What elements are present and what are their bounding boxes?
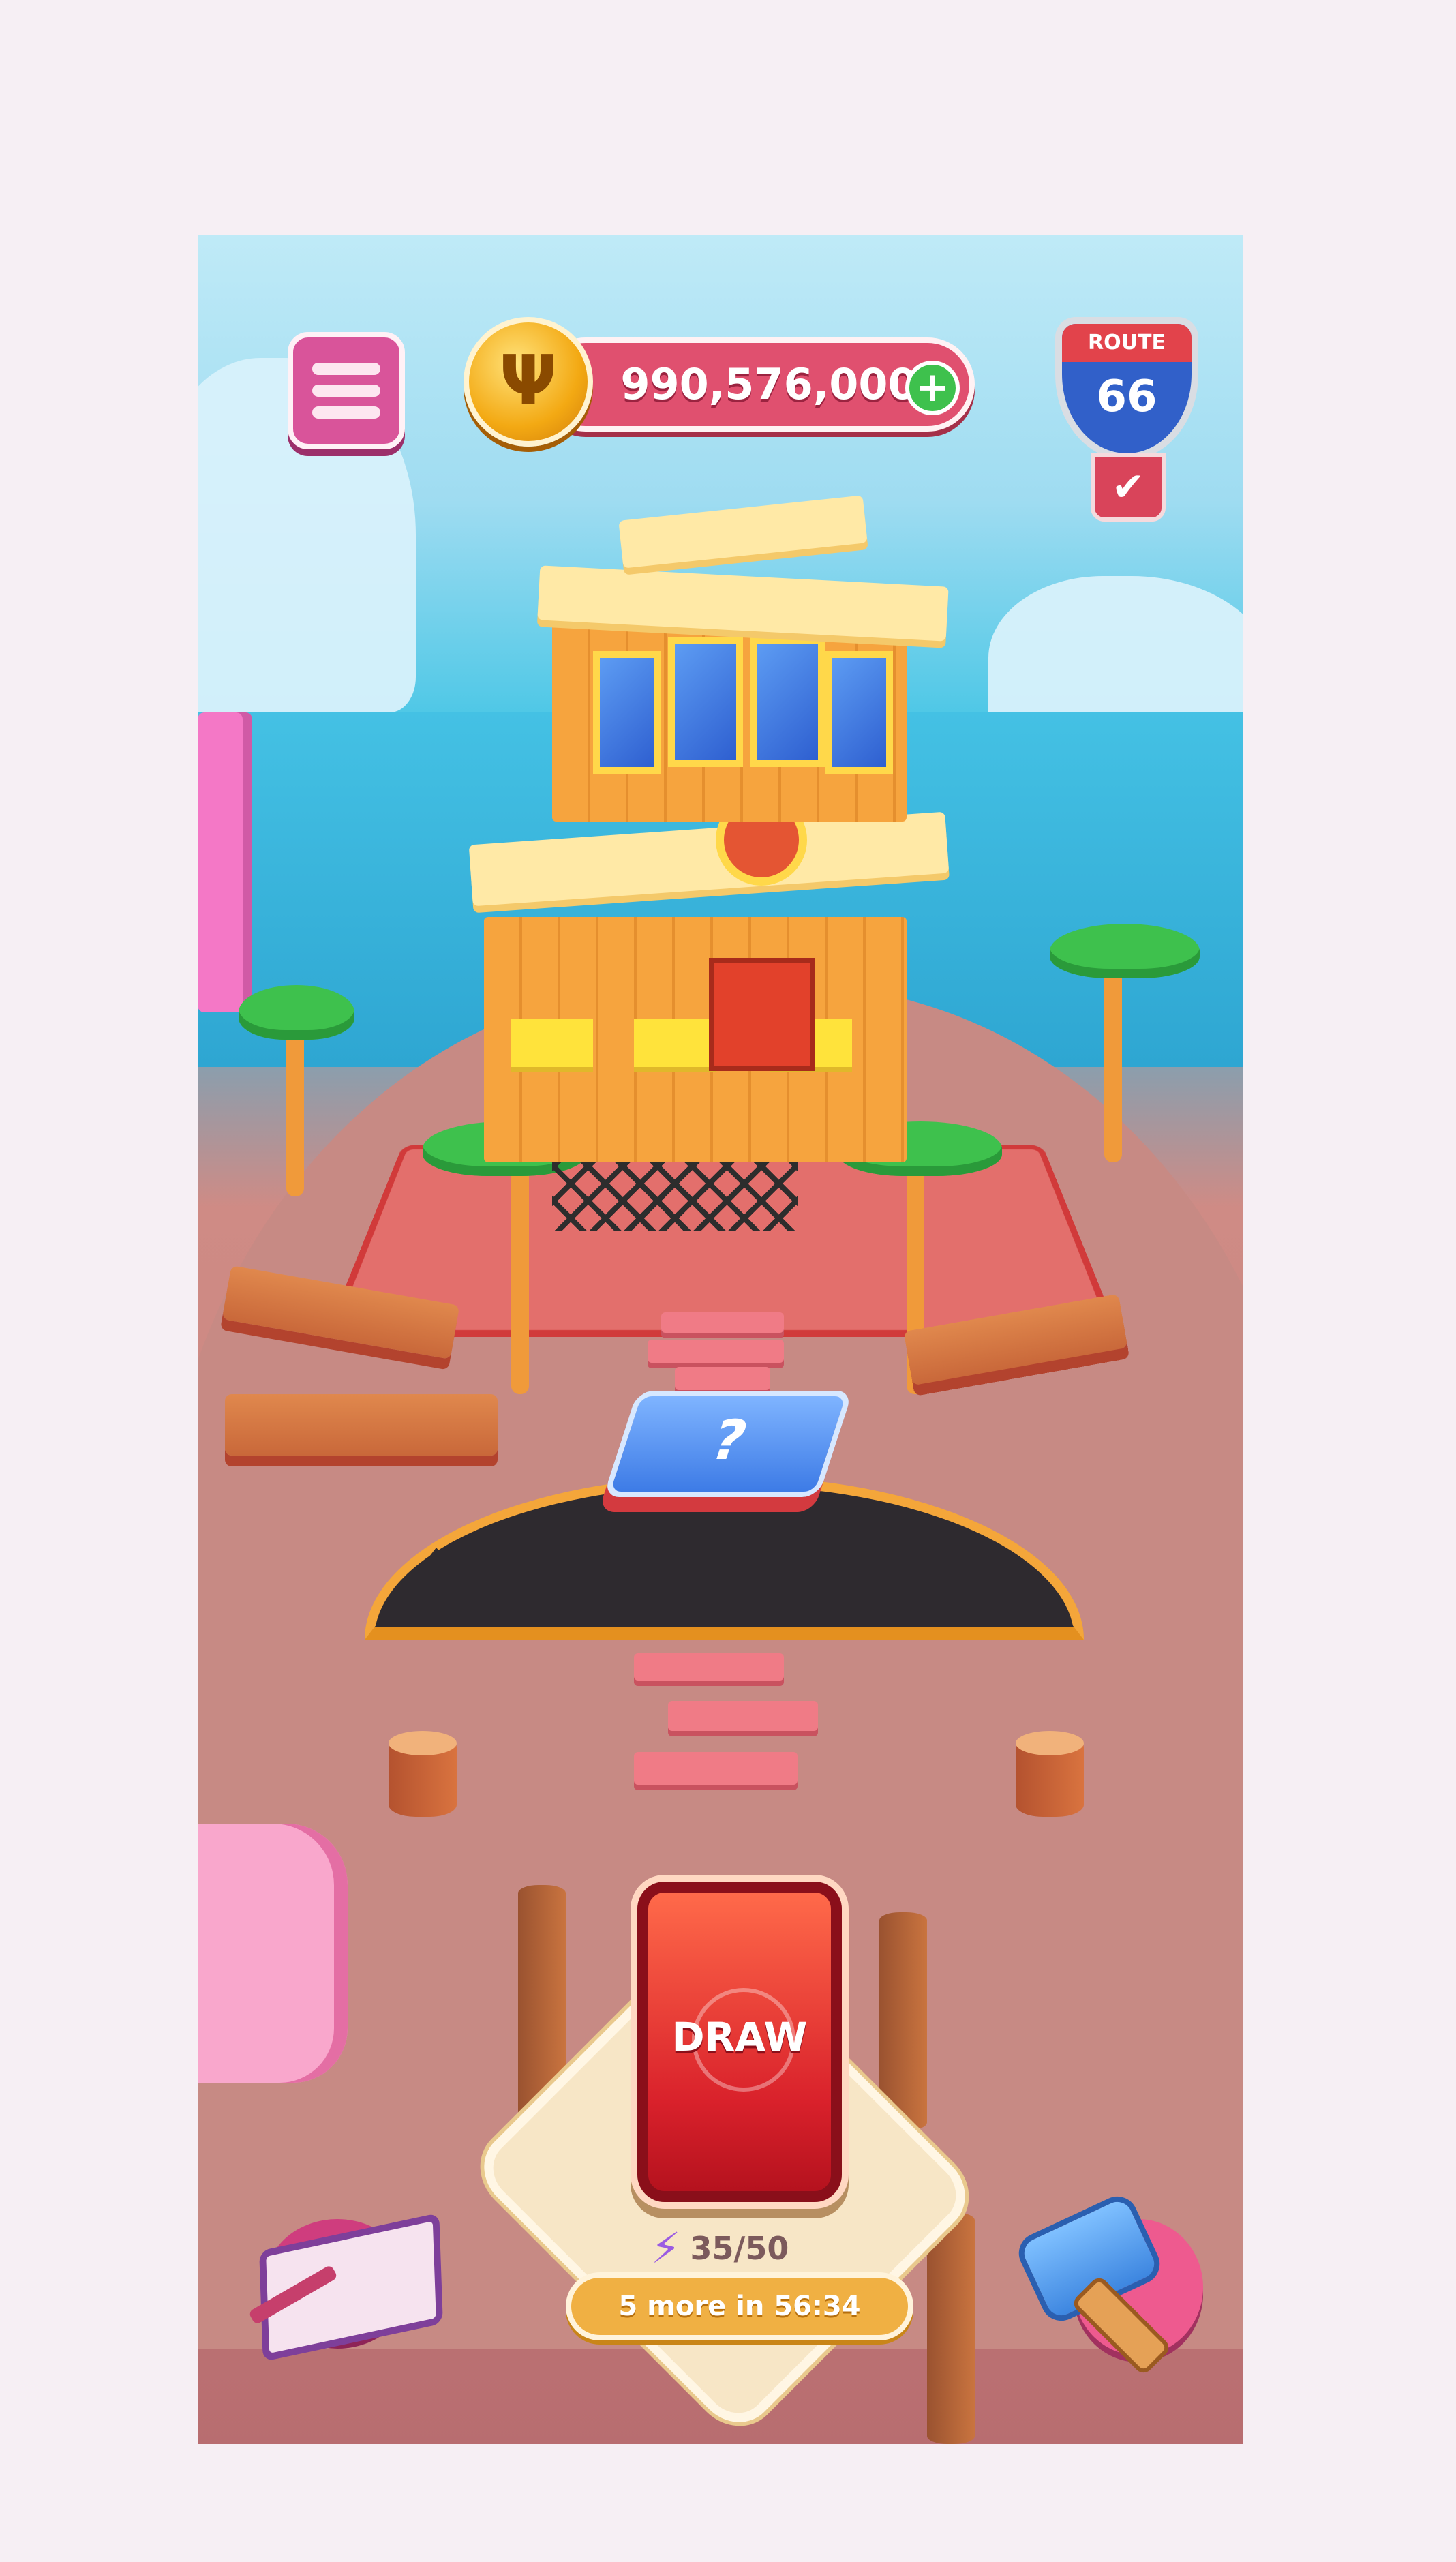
- house-window: [593, 651, 661, 774]
- add-coins-button[interactable]: +: [905, 361, 960, 415]
- lightning-bolt-icon: ⚡: [651, 2223, 681, 2273]
- path-stone: [661, 1312, 784, 1333]
- energy-refill-timer: 5 more in 56:34: [566, 2272, 913, 2340]
- pier-post: [879, 1912, 927, 2130]
- coin-balance-bar: 990,576,000 +: [539, 337, 975, 432]
- album-button[interactable]: [245, 2192, 457, 2362]
- route-shield-icon: ROUTE 66: [1055, 317, 1198, 460]
- game-viewport[interactable]: ? 990,576,000 + Ψ ROUTE 66 ✔ DRAW ⚡ 35/5…: [198, 235, 1243, 2444]
- lighthouse: [198, 712, 252, 1012]
- path-stone: [675, 1367, 770, 1390]
- house-window: [825, 651, 893, 774]
- draw-button[interactable]: DRAW: [637, 1882, 842, 2202]
- route-number: 66: [1096, 372, 1157, 422]
- pier-post: [927, 2212, 975, 2444]
- path-stone: [668, 1701, 818, 1731]
- route-label: ROUTE: [1088, 331, 1166, 355]
- tree-stump: [1016, 1731, 1084, 1817]
- palm-leaves: [1050, 924, 1200, 978]
- boat: [198, 1824, 348, 2083]
- mystery-card[interactable]: ?: [603, 1391, 853, 1497]
- path-stone: [648, 1340, 784, 1363]
- palm-tree: [1104, 958, 1122, 1162]
- hamburger-menu-icon-bar: [312, 385, 380, 397]
- route-66-badge[interactable]: ROUTE 66 ✔: [1055, 317, 1198, 522]
- palm-tree: [286, 1019, 304, 1196]
- hammer-button[interactable]: [1012, 2190, 1203, 2377]
- checkmark-icon: ✔: [1091, 453, 1166, 522]
- draw-label: DRAW: [671, 2014, 808, 2060]
- energy-count: 35/50: [690, 2230, 789, 2267]
- house-trim: [511, 1019, 593, 1067]
- house-roof-peak: [618, 495, 868, 569]
- mystery-card-symbol: ?: [703, 1408, 756, 1472]
- hamburger-menu-icon-bar: [312, 406, 380, 419]
- bench: [225, 1394, 498, 1456]
- house-window: [750, 637, 825, 767]
- menu-button[interactable]: [288, 332, 405, 449]
- coin-icon: Ψ: [464, 317, 593, 447]
- coin-amount: 990,576,000: [620, 359, 917, 409]
- tree-stump: [389, 1731, 457, 1817]
- path-stone: [634, 1752, 798, 1785]
- house-trim: [634, 1019, 716, 1067]
- hamburger-menu-icon: [312, 363, 380, 375]
- palm-tree: [511, 1162, 529, 1394]
- house-door: [709, 958, 815, 1071]
- energy-counter: ⚡ 35/50: [651, 2225, 828, 2272]
- card-album-book-icon: [259, 2212, 443, 2362]
- palm-leaves: [239, 985, 354, 1040]
- house-window: [668, 637, 743, 767]
- path-stone: [634, 1653, 784, 1681]
